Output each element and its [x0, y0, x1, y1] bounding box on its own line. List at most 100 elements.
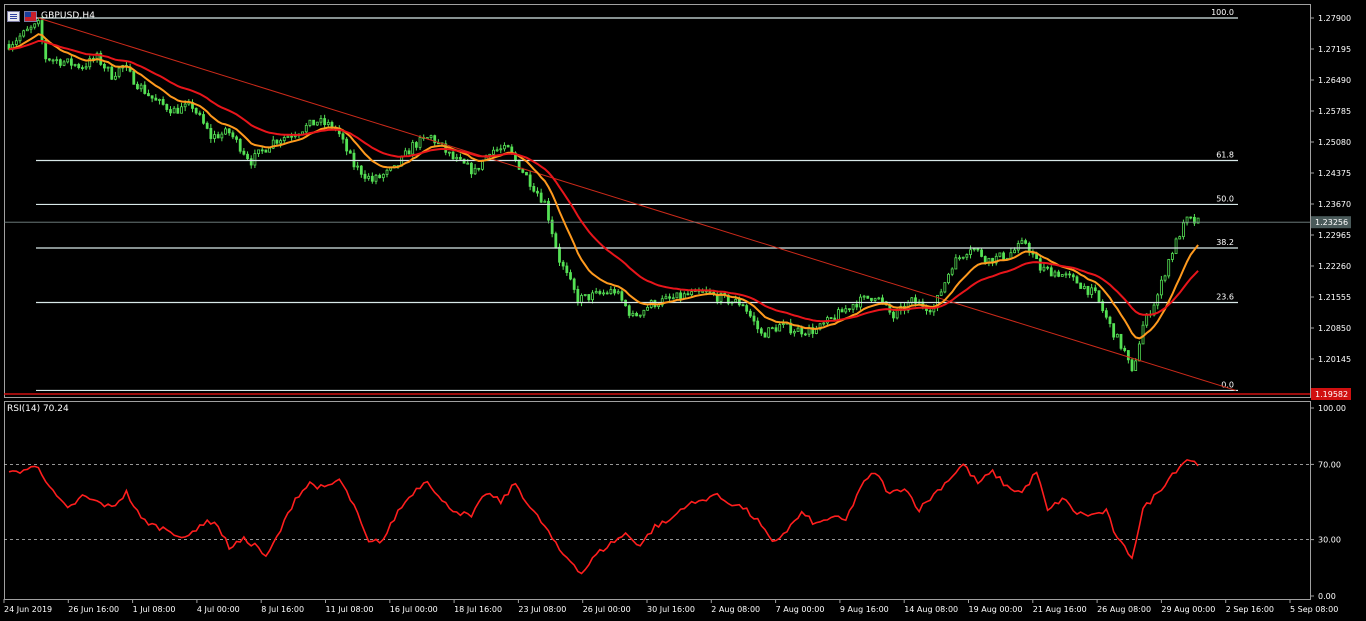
candle: [36, 17, 40, 27]
candle: [1024, 238, 1027, 245]
candle: [99, 50, 103, 66]
candle: [756, 317, 760, 334]
candle: [1020, 237, 1024, 245]
candle: [227, 128, 231, 136]
candle: [818, 323, 822, 331]
candle: [598, 289, 602, 296]
candle: [279, 138, 282, 148]
candle: [198, 110, 202, 117]
candle: [829, 317, 833, 319]
candle: [499, 144, 503, 154]
candle: [1193, 213, 1196, 226]
candle: [1156, 293, 1160, 310]
candle: [675, 292, 679, 299]
time-axis-label: 14 Aug 08:00: [904, 605, 958, 614]
candle: [1064, 271, 1068, 279]
candle: [459, 153, 462, 160]
candle: [781, 319, 785, 328]
candle: [525, 171, 528, 176]
candle: [114, 71, 117, 81]
candle: [1134, 358, 1138, 371]
candle: [268, 147, 271, 153]
candle: [1057, 269, 1061, 278]
time-axis-label: 7 Aug 00:00: [776, 605, 825, 614]
time-axis-label: 18 Jul 16:00: [454, 605, 502, 614]
candle: [58, 58, 62, 68]
candle: [587, 294, 591, 303]
candle: [947, 272, 950, 285]
candle: [602, 289, 605, 296]
candle: [572, 277, 576, 294]
candle: [580, 293, 583, 307]
candle: [1016, 240, 1020, 254]
candle: [1112, 323, 1116, 341]
candle: [1093, 284, 1097, 294]
candle: [565, 262, 569, 276]
candle: [815, 325, 818, 335]
candle: [176, 104, 180, 114]
candle: [84, 62, 88, 71]
fib-level-label: 100.0: [1211, 8, 1234, 17]
candle: [73, 63, 77, 68]
candle: [132, 70, 136, 85]
candle: [910, 296, 914, 305]
candle: [180, 102, 183, 114]
candle: [561, 260, 565, 270]
candle: [1086, 285, 1090, 298]
candle: [238, 138, 242, 154]
candle: [1115, 333, 1119, 338]
candle: [95, 51, 99, 63]
candle: [220, 131, 224, 142]
candle: [1027, 241, 1031, 256]
candle: [370, 172, 374, 184]
candle: [1090, 283, 1094, 299]
price-chart[interactable]: 100.061.850.038.223.60.01.279001.271951.…: [0, 0, 1366, 621]
candle: [231, 130, 235, 140]
candle: [106, 66, 110, 72]
candle: [172, 106, 176, 114]
candle: [748, 308, 752, 318]
candle: [326, 119, 330, 128]
candle: [792, 329, 796, 337]
candle: [1174, 237, 1178, 255]
candle: [1130, 357, 1134, 373]
candle: [844, 305, 848, 314]
candle: [191, 99, 194, 113]
candle: [1119, 333, 1123, 351]
candle: [110, 65, 114, 80]
candle: [367, 173, 371, 181]
candle: [414, 141, 418, 151]
candle: [1049, 265, 1053, 277]
candle: [209, 124, 213, 143]
candle: [103, 62, 106, 72]
candle: [69, 55, 73, 70]
candle: [1189, 216, 1193, 220]
candle: [759, 327, 763, 336]
candle: [1038, 254, 1042, 274]
candle: [877, 296, 881, 300]
candle: [741, 303, 745, 307]
candle: [77, 62, 81, 70]
candle: [260, 146, 264, 154]
candle: [848, 308, 851, 313]
candle: [264, 149, 268, 153]
fib-level-label: 38.2: [1216, 238, 1234, 247]
candle: [1082, 283, 1086, 290]
candle: [1060, 274, 1064, 277]
candle: [51, 58, 55, 65]
candle: [547, 197, 550, 224]
price-axis-label: 1.27195: [1318, 45, 1351, 54]
candle: [609, 286, 613, 295]
candle: [866, 295, 870, 299]
candle: [1137, 341, 1141, 362]
candle: [1108, 315, 1112, 328]
candle: [29, 25, 33, 34]
candle: [528, 171, 532, 191]
candles: [7, 16, 1200, 373]
candle: [139, 82, 143, 92]
candle: [169, 106, 172, 116]
candle: [1123, 345, 1127, 353]
candle: [1185, 216, 1189, 226]
candle: [635, 311, 638, 317]
candle: [594, 287, 598, 294]
